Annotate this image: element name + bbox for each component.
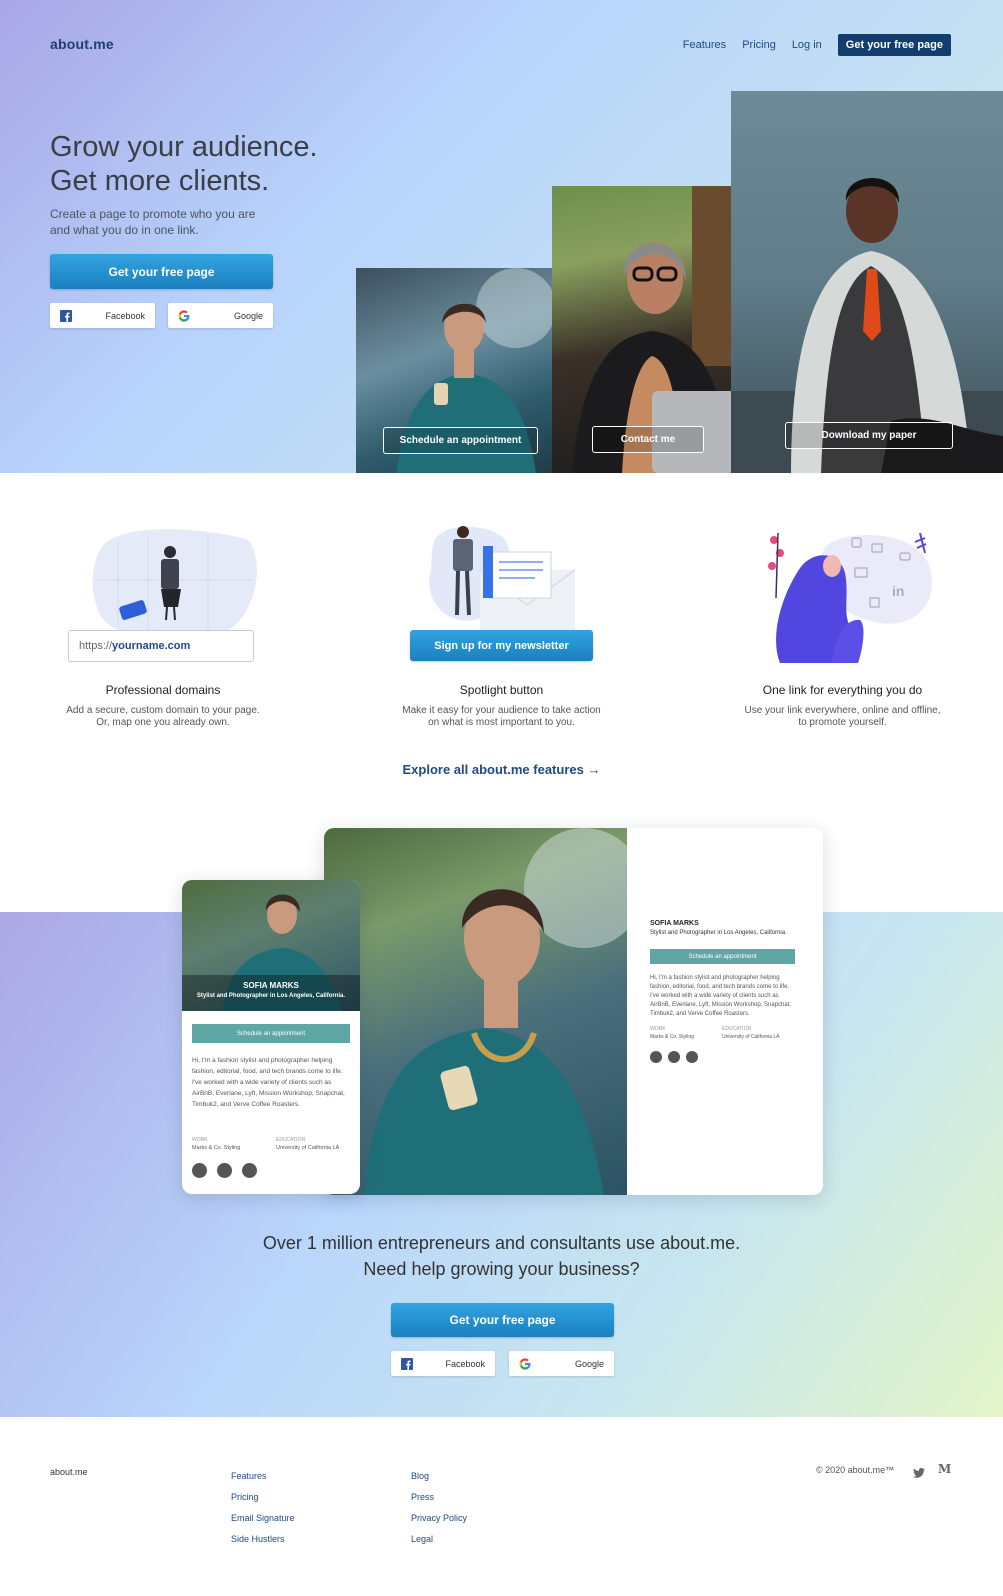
desktop-social-icons — [650, 1051, 698, 1063]
logo[interactable]: about.me — [50, 36, 114, 52]
hero-section: about.me Features Pricing Log in Get you… — [0, 0, 1003, 473]
nav-cta-button[interactable]: Get your free page — [837, 34, 951, 56]
desktop-edu-value: University of California LA — [722, 1034, 780, 1040]
twitter-icon[interactable] — [913, 1465, 925, 1483]
desktop-profile-name: SOFIA MARKS — [650, 920, 699, 927]
domain-input[interactable]: https://yourname.com — [68, 630, 254, 662]
feature-desc-line2: to promote yourself. — [798, 717, 887, 728]
desktop-work-value: Marks & Co. Styling — [650, 1034, 694, 1040]
desktop-profile-bio: Hi, I'm a fashion stylist and photograph… — [650, 975, 792, 1017]
footer-link-side-hustlers[interactable]: Side Hustlers — [231, 1529, 295, 1550]
footer-link-legal[interactable]: Legal — [411, 1529, 467, 1550]
feature-spotlight-button: Spotlight button Make it easy for your a… — [380, 683, 623, 729]
footer-link-blog[interactable]: Blog — [411, 1466, 467, 1487]
google-label: Google — [574, 1358, 604, 1369]
footer-link-email-signature[interactable]: Email Signature — [231, 1508, 295, 1529]
mobile-profile-preview: SOFIA MARKS Stylist and Photographer in … — [182, 880, 360, 1194]
twitter-icon[interactable] — [192, 1163, 207, 1178]
hero-title-line2: Get more clients. — [50, 165, 270, 197]
footer-link-privacy[interactable]: Privacy Policy — [411, 1508, 467, 1529]
mobile-work-value: Marks & Co. Styling — [192, 1145, 241, 1151]
medium-icon[interactable]: M — [938, 1462, 951, 1476]
footer-logo[interactable]: about.me — [50, 1467, 88, 1477]
feature-title: Spotlight button — [459, 683, 544, 697]
twitter-icon[interactable] — [650, 1051, 662, 1063]
footer-column-2: Blog Press Privacy Policy Legal — [411, 1466, 467, 1550]
google-icon — [176, 308, 192, 324]
feature-desc: Make it easy for your audience to take a… — [380, 705, 623, 729]
desktop-schedule-button[interactable]: Schedule an appointment — [650, 949, 795, 964]
profile-photo-desktop — [324, 828, 644, 1195]
top-nav: Features Pricing Log in Get your free pa… — [683, 34, 951, 56]
mobile-profile-bio: Hi, I'm a fashion stylist and photograph… — [192, 1057, 345, 1108]
hero-title-line1: Grow your audience. — [50, 131, 318, 163]
hero-cta-button[interactable]: Get your free page — [50, 254, 273, 289]
mobile-profile-tagline: Stylist and Photographer in Los Angeles,… — [196, 993, 346, 999]
bottom-cta-button[interactable]: Get your free page — [391, 1303, 614, 1337]
feature-illustration-one-link: in — [760, 528, 935, 668]
facebook-icon — [399, 1356, 415, 1372]
domain-prefix: https:// — [79, 640, 113, 652]
feature-desc-line1: Make it easy for your audience to take a… — [402, 705, 601, 716]
mobile-schedule-button[interactable]: Schedule an appointment — [192, 1024, 350, 1043]
feature-one-link: One link for everything you do Use your … — [720, 683, 965, 729]
feature-illustration-spotlight — [425, 520, 585, 640]
facebook-icon[interactable] — [242, 1163, 257, 1178]
nav-features[interactable]: Features — [683, 39, 726, 51]
hero-photo-woman-laptop: Contact me — [552, 186, 744, 473]
google-label: Google — [233, 310, 263, 321]
svg-text:in: in — [892, 583, 904, 599]
footer — [0, 1417, 1003, 1596]
footer-link-features[interactable]: Features — [231, 1466, 295, 1487]
footer-column-1: Features Pricing Email Signature Side Hu… — [231, 1466, 295, 1550]
explore-features-link[interactable]: Explore all about.me features → — [0, 762, 1003, 777]
feature-desc: Add a secure, custom domain to your page… — [48, 705, 278, 729]
hero-title: Grow your audience. Get more clients. — [50, 130, 370, 198]
facebook-label: Facebook — [105, 310, 145, 321]
instagram-icon[interactable] — [668, 1051, 680, 1063]
hero-photo-man-vest: Download my paper — [731, 91, 1003, 473]
cta-line1: Over 1 million entrepreneurs and consult… — [262, 1233, 741, 1253]
copyright: © 2020 about.me™ — [816, 1465, 895, 1475]
hero-facebook-button[interactable]: Facebook — [50, 303, 155, 328]
man-vest-illustration — [731, 178, 1003, 473]
profile-photo-mobile: SOFIA MARKS Stylist and Photographer in … — [182, 880, 360, 1011]
google-icon — [517, 1356, 533, 1372]
hero-subtitle-line2: and what you do in one link. — [50, 223, 199, 237]
bottom-facebook-button[interactable]: Facebook — [391, 1351, 495, 1376]
facebook-icon — [58, 308, 74, 324]
nav-pricing[interactable]: Pricing — [742, 39, 776, 51]
feature-desc-line2: Or, map one you already own. — [96, 717, 230, 728]
feature-desc-line2: on what is most important to you. — [428, 717, 575, 728]
domain-name: yourname.com — [112, 640, 191, 652]
desktop-profile-tagline: Stylist and Photographer in Los Angeles,… — [650, 930, 787, 936]
photo-button-contact[interactable]: Contact me — [592, 426, 704, 453]
feature-desc: Use your link everywhere, online and off… — [720, 705, 965, 729]
hero-subtitle-line1: Create a page to promote who you are — [50, 207, 256, 221]
cta-heading: Over 1 million entrepreneurs and consult… — [0, 1230, 1003, 1282]
mobile-social-icons — [192, 1163, 257, 1178]
facebook-icon[interactable] — [686, 1051, 698, 1063]
feature-desc-line1: Add a secure, custom domain to your page… — [66, 705, 260, 716]
mobile-edu-value: University of California LA — [276, 1145, 340, 1151]
feature-title: Professional domains — [105, 683, 221, 697]
feature-desc-line1: Use your link everywhere, online and off… — [744, 705, 941, 716]
photo-button-schedule[interactable]: Schedule an appointment — [383, 427, 538, 454]
footer-link-pricing[interactable]: Pricing — [231, 1487, 295, 1508]
bottom-google-button[interactable]: Google — [509, 1351, 614, 1376]
cta-line2: Need help growing your business? — [363, 1259, 640, 1279]
mobile-profile-name: SOFIA MARKS — [243, 981, 299, 990]
feature-professional-domains: Professional domains Add a secure, custo… — [48, 683, 278, 729]
footer-link-press[interactable]: Press — [411, 1487, 467, 1508]
hero-photo-woman-phone: Schedule an appointment — [356, 268, 552, 473]
desktop-profile-preview: SOFIA MARKS Stylist and Photographer in … — [324, 828, 823, 1195]
newsletter-button[interactable]: Sign up for my newsletter — [410, 630, 593, 661]
feature-title: One link for everything you do — [762, 683, 923, 697]
nav-login[interactable]: Log in — [792, 39, 822, 51]
instagram-icon[interactable] — [217, 1163, 232, 1178]
hero-subtitle: Create a page to promote who you are and… — [50, 206, 290, 238]
photo-button-download[interactable]: Download my paper — [785, 422, 953, 449]
hero-google-button[interactable]: Google — [168, 303, 273, 328]
facebook-label: Facebook — [445, 1358, 485, 1369]
